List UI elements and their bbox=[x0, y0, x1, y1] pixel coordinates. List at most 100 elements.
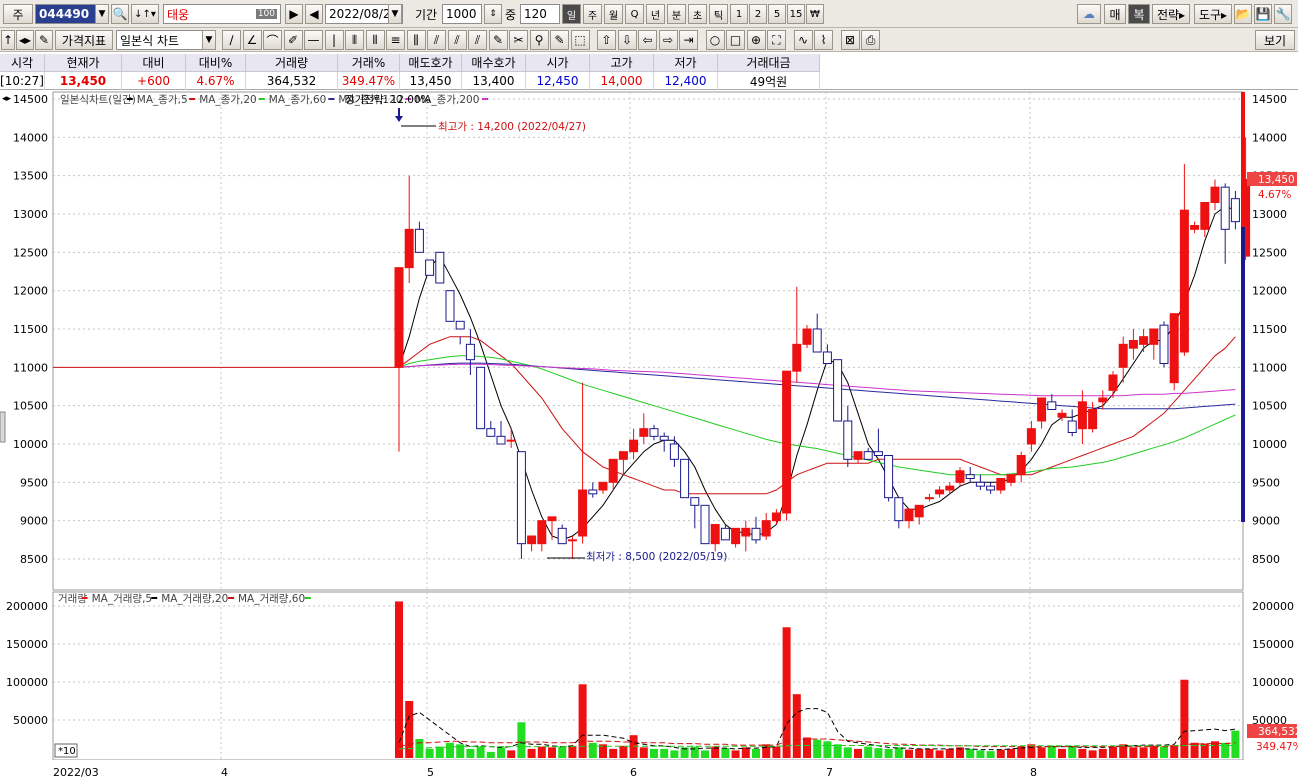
right-arrow-tool-button[interactable]: ⇨ bbox=[658, 30, 678, 50]
mid-input[interactable]: 120 bbox=[520, 4, 560, 24]
next-button[interactable]: ▶ bbox=[285, 4, 303, 24]
stock-name-field[interactable]: 태웅 100 bbox=[163, 4, 281, 24]
current-volume-label: 364,532 bbox=[1258, 726, 1298, 738]
cloud-button[interactable]: ☁ bbox=[1077, 4, 1101, 24]
period-0-button[interactable]: 일 bbox=[562, 4, 581, 24]
period-spinner[interactable]: ⇕ bbox=[484, 4, 502, 24]
low-annotation: 최저가 : 8,500 (2022/05/19) bbox=[586, 551, 727, 563]
period-9-button[interactable]: 2 bbox=[749, 4, 767, 24]
period-12-button[interactable]: ₩ bbox=[806, 4, 824, 24]
price-indicator-button[interactable]: 가격지표 bbox=[55, 30, 113, 50]
angle-tool-button[interactable]: ∠ bbox=[242, 30, 262, 50]
sort-button[interactable]: ↓↑▾ bbox=[131, 4, 159, 24]
prev-button[interactable]: ◀ bbox=[305, 4, 323, 24]
volume-bar bbox=[935, 750, 944, 758]
period-11-button[interactable]: 15 bbox=[787, 4, 805, 24]
x-tick-label: 4 bbox=[221, 766, 228, 777]
period-8-button[interactable]: 1 bbox=[730, 4, 748, 24]
up-button[interactable]: ↑ bbox=[1, 30, 15, 50]
candle-body bbox=[588, 489, 598, 495]
wave2-tool-button[interactable]: ⌇ bbox=[814, 30, 833, 50]
period-6-button[interactable]: 초 bbox=[688, 4, 707, 24]
period-4-button[interactable]: 년 bbox=[646, 4, 665, 24]
chart-type-select[interactable]: 일본식 차트 bbox=[116, 30, 216, 50]
expand-button[interactable]: ◂▸ bbox=[16, 30, 34, 50]
period-3-button[interactable]: Q bbox=[625, 4, 644, 24]
magnet-tool-button[interactable]: ⚲ bbox=[529, 30, 549, 50]
quote-value-1: 13,450 bbox=[45, 72, 122, 90]
period-input[interactable]: 1000 bbox=[442, 4, 482, 24]
folder-button[interactable]: 📂 bbox=[1234, 4, 1252, 24]
vline-tool-button[interactable]: | bbox=[324, 30, 344, 50]
settings-button[interactable]: 🔧 bbox=[1274, 4, 1292, 24]
fib-tool-button[interactable]: ≡ bbox=[386, 30, 405, 50]
volume-bar bbox=[833, 744, 842, 758]
grid2-tool-button[interactable]: ⦀ bbox=[365, 30, 385, 50]
code-dropdown[interactable]: ▼ bbox=[95, 4, 109, 24]
view-button[interactable]: 보기 bbox=[1255, 30, 1295, 50]
period-5-button[interactable]: 분 bbox=[667, 4, 686, 24]
chart-type-dropdown[interactable]: ▼ bbox=[202, 30, 216, 50]
print-tool-button[interactable]: ⎙ bbox=[861, 30, 880, 50]
volume-bar bbox=[578, 684, 587, 758]
fullscreen-tool-button[interactable]: ⛶ bbox=[767, 30, 786, 50]
channel2-icon: ⫽ bbox=[454, 32, 460, 47]
period-1-button[interactable]: 주 bbox=[583, 4, 602, 24]
search-button[interactable]: 🔍 bbox=[111, 4, 129, 24]
right-2-button[interactable]: 전략▸ bbox=[1152, 4, 1190, 24]
marker-tool-button[interactable]: ✎ bbox=[550, 30, 569, 50]
period-2-button[interactable]: 월 bbox=[604, 4, 623, 24]
candle-body bbox=[873, 451, 883, 456]
fib-icon: ≡ bbox=[390, 33, 401, 47]
legend-swatch bbox=[151, 597, 158, 599]
tab-tool-button[interactable]: ⇥ bbox=[679, 30, 698, 50]
period-10-button[interactable]: 5 bbox=[768, 4, 786, 24]
candle-body bbox=[414, 228, 424, 253]
grid-tool-button[interactable]: ⦀ bbox=[345, 30, 364, 50]
x-tick-label: 5 bbox=[427, 766, 434, 777]
market-type-button[interactable]: 주 bbox=[3, 4, 33, 24]
quote-value-4: 364,532 bbox=[246, 72, 338, 90]
candle-body bbox=[1047, 401, 1057, 411]
right-3-button[interactable]: 도구▸ bbox=[1194, 4, 1232, 24]
period-7-button[interactable]: 틱 bbox=[709, 4, 728, 24]
pencil-tool-button[interactable]: ✎ bbox=[488, 30, 508, 50]
price-tick-left: 13000 bbox=[13, 208, 48, 221]
circle-tool-button[interactable]: ○ bbox=[705, 30, 725, 50]
candle-body bbox=[822, 351, 832, 364]
box-tool-button[interactable]: ⬚ bbox=[570, 30, 590, 50]
quote-header-6: 매도호가 bbox=[400, 54, 462, 72]
channel-tool-button[interactable]: ⫽ bbox=[427, 30, 446, 50]
line-tool-button[interactable]: ∕ bbox=[222, 30, 241, 50]
date-dropdown[interactable]: ▼ bbox=[388, 4, 402, 24]
right-1-button[interactable]: 복 bbox=[1128, 4, 1150, 24]
stock-code-input[interactable]: 044490 bbox=[35, 4, 97, 24]
cut-tool-button[interactable]: ✂ bbox=[509, 30, 528, 50]
hline-tool-button[interactable]: — bbox=[304, 30, 323, 50]
pen-tool-button[interactable]: ✐ bbox=[283, 30, 303, 50]
volume-bar bbox=[1139, 747, 1148, 758]
volume-bar bbox=[527, 748, 536, 758]
channel2-tool-button[interactable]: ⫽ bbox=[447, 30, 467, 50]
volume-bar bbox=[446, 742, 454, 758]
erase-tool-button[interactable]: ⊠ bbox=[840, 30, 860, 50]
right-0-button[interactable]: 매 bbox=[1104, 4, 1126, 24]
candle-body bbox=[975, 481, 985, 487]
down-arrow-tool-button[interactable]: ⇩ bbox=[617, 30, 637, 50]
cut-icon: ✂ bbox=[513, 33, 524, 47]
wave-tool-button[interactable]: ∿ bbox=[793, 30, 813, 50]
save-button[interactable]: 💾 bbox=[1254, 4, 1272, 24]
arc-tool-button[interactable]: ⌒ bbox=[263, 30, 282, 50]
up-arrow-tool-button[interactable]: ⇧ bbox=[597, 30, 616, 50]
zoom-tool-button[interactable]: ⊕ bbox=[746, 30, 766, 50]
channel3-tool-button[interactable]: ⫽ bbox=[468, 30, 487, 50]
left-arrow-tool-button[interactable]: ⇦ bbox=[638, 30, 657, 50]
quote-value-9: 14,000 bbox=[590, 72, 654, 90]
stock-chart[interactable]: 1450014500140001400013500135001300013000… bbox=[0, 90, 1298, 777]
volume-bar bbox=[1068, 746, 1077, 758]
rect-tool-button[interactable]: □ bbox=[726, 30, 745, 50]
candle-body bbox=[1220, 186, 1230, 230]
volume-bar bbox=[548, 747, 556, 758]
fan-tool-button[interactable]: ⫼ bbox=[406, 30, 426, 50]
edit-button[interactable]: ✎ bbox=[35, 30, 53, 50]
